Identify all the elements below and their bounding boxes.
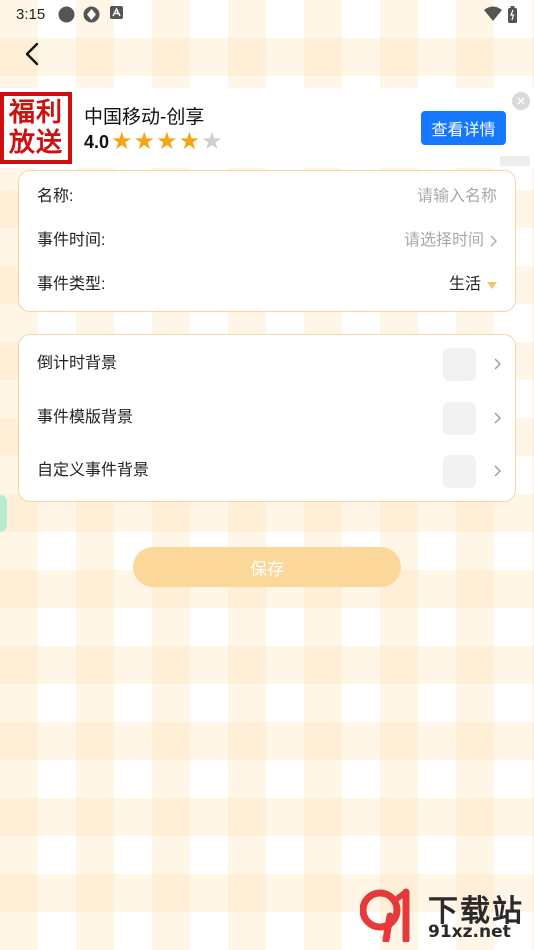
name-row[interactable]: 名称: 请输入名称 bbox=[19, 175, 515, 219]
ad-title: 中国移动-创享 bbox=[84, 107, 205, 128]
time-row[interactable]: 事件时间: 请选择时间 bbox=[19, 219, 515, 263]
ad-details-button[interactable]: 查看详情 bbox=[421, 111, 506, 145]
bg-row-label: 事件模版背景 bbox=[37, 409, 134, 426]
name-label: 名称: bbox=[37, 188, 74, 205]
battery-icon bbox=[508, 6, 525, 23]
star-empty-icon: ★ bbox=[201, 128, 223, 155]
save-button[interactable]: 保存 bbox=[133, 547, 401, 587]
caret-down-icon bbox=[487, 281, 497, 289]
time-picker[interactable]: 请选择时间 bbox=[404, 219, 497, 263]
status-time: 3:15 bbox=[16, 6, 46, 23]
font-a-icon bbox=[110, 6, 127, 23]
side-handle[interactable] bbox=[0, 495, 7, 532]
ad-thumb-line2: 放送 bbox=[8, 128, 63, 158]
star-icon: ★ bbox=[133, 128, 156, 155]
type-row[interactable]: 事件类型: 生活 bbox=[19, 263, 515, 307]
bg-row-label: 自定义事件背景 bbox=[37, 462, 150, 479]
star-icon: ★ bbox=[156, 128, 178, 155]
time-label: 事件时间: bbox=[37, 232, 106, 249]
bg-thumbnail[interactable] bbox=[443, 455, 476, 488]
chevron-right-icon bbox=[491, 400, 503, 436]
star-icon: ★ bbox=[178, 128, 201, 155]
close-icon[interactable] bbox=[512, 92, 530, 110]
ad-thumbnail: 福利 放送 bbox=[0, 92, 72, 164]
chevron-right-icon bbox=[491, 453, 503, 489]
chevron-left-icon bbox=[24, 42, 40, 71]
back-button[interactable] bbox=[14, 38, 50, 74]
circle-dot-icon bbox=[58, 6, 75, 23]
type-label: 事件类型: bbox=[37, 276, 106, 293]
time-placeholder: 请选择时间 bbox=[403, 232, 484, 249]
watermark: 下载站 91xz.net bbox=[359, 880, 530, 946]
bg-row-label: 倒计时背景 bbox=[37, 355, 118, 372]
name-input[interactable]: 请输入名称 bbox=[417, 175, 497, 219]
chevron-right-icon bbox=[491, 346, 503, 382]
watermark-url: 91xz.net bbox=[428, 922, 511, 942]
type-select[interactable]: 生活 bbox=[449, 263, 497, 307]
ad-banner[interactable]: 福利 放送 中国移动-创享 4.0 ★ ★ ★ ★ ★ 查看详情 bbox=[0, 88, 534, 168]
bg-thumbnail[interactable] bbox=[443, 402, 476, 435]
background-card: 倒计时背景 事件模版背景 自定义事件背景 bbox=[18, 334, 516, 502]
type-value: 生活 bbox=[448, 276, 481, 293]
ad-mark bbox=[500, 156, 530, 166]
wifi-icon bbox=[484, 6, 502, 23]
status-bar: 3:15 bbox=[0, 0, 534, 30]
bg-thumbnail[interactable] bbox=[443, 348, 476, 381]
ad-rating: 4.0 ★ ★ ★ ★ ★ bbox=[84, 128, 224, 156]
watermark-logo-icon bbox=[359, 886, 424, 944]
ad-thumb-line1: 福利 bbox=[8, 98, 63, 128]
app-icon bbox=[83, 6, 100, 23]
ad-rating-value: 4.0 bbox=[84, 131, 110, 152]
event-info-card: 名称: 请输入名称 事件时间: 请选择时间 事件类型: 生活 bbox=[18, 170, 516, 312]
chevron-right-icon bbox=[490, 235, 497, 247]
star-icon: ★ bbox=[111, 128, 133, 155]
